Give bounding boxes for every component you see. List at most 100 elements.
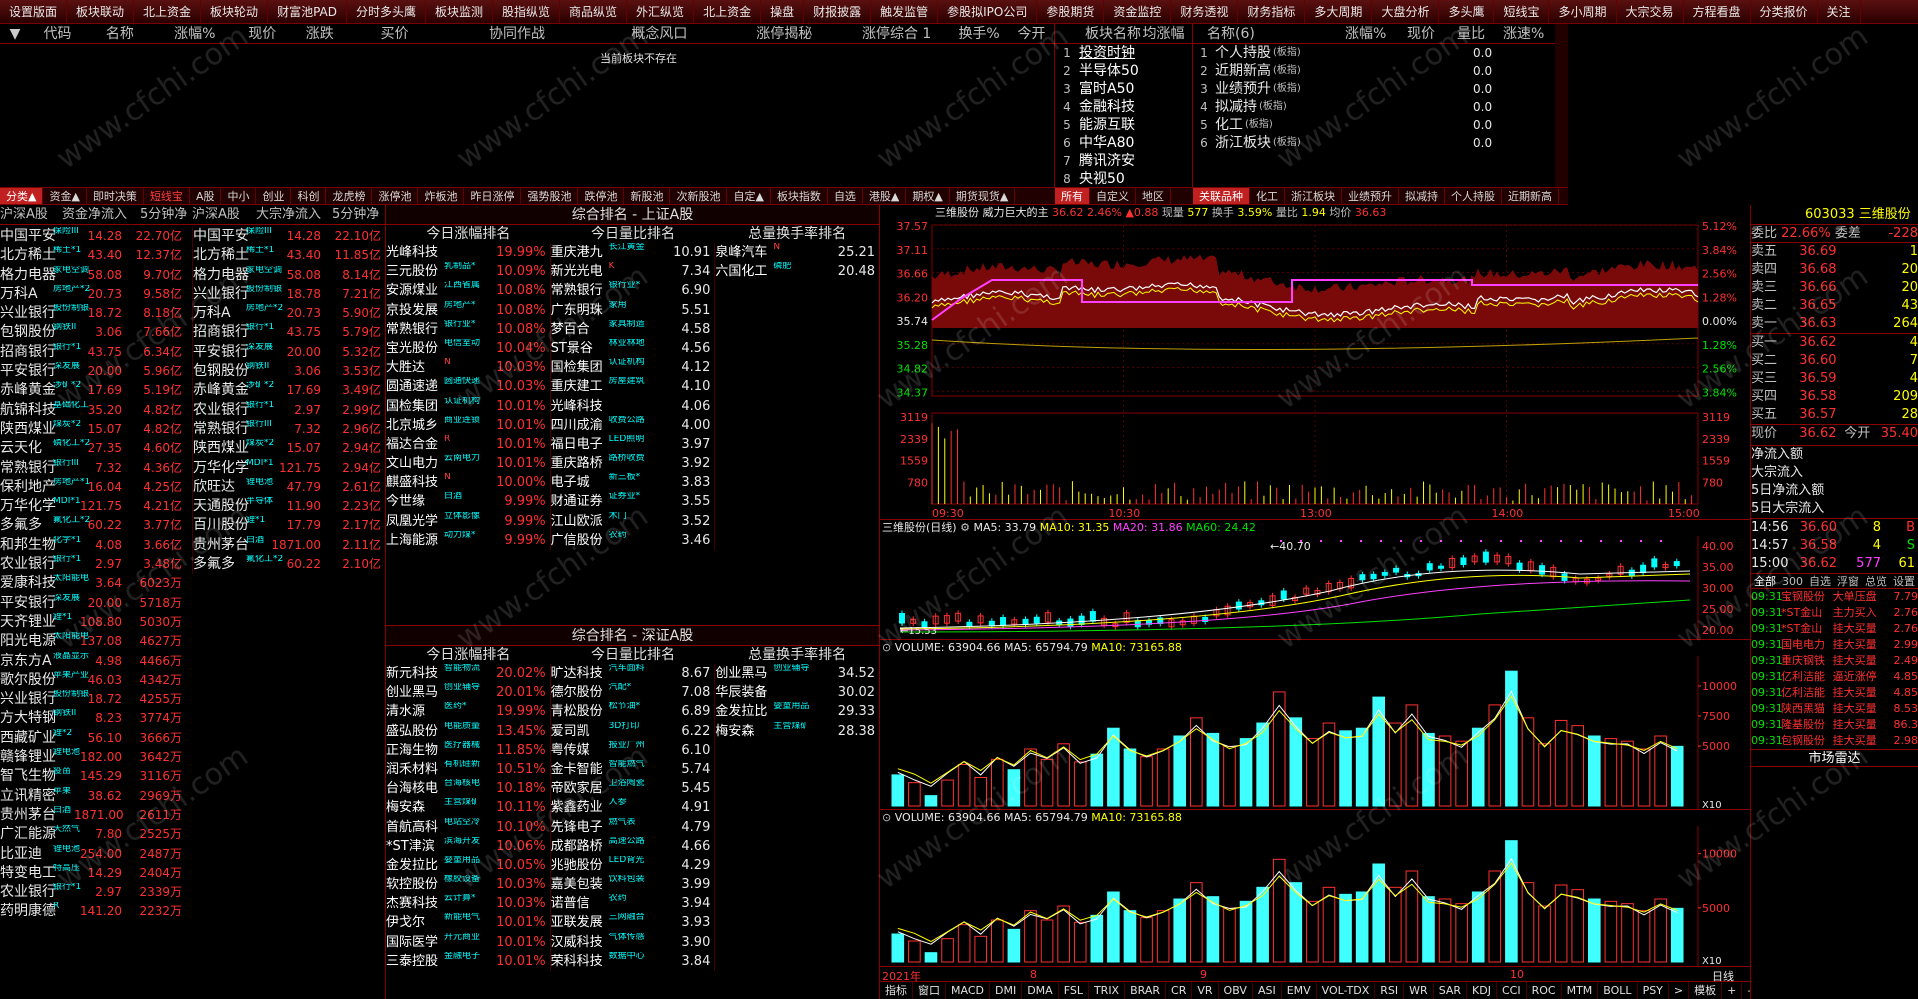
capital-row[interactable]: 智飞生物 疫苗 145.29 3116万 bbox=[0, 767, 192, 786]
indicator-tab-13[interactable]: VOL-TDX bbox=[1317, 982, 1376, 999]
rank-row[interactable]: 德尔股份 汽配* 7.08 bbox=[551, 683, 715, 702]
capital-row[interactable]: 贵州茅台 白酒 1871.00 2.11亿 bbox=[193, 536, 386, 555]
rank-col-2[interactable]: 今日量比排名 bbox=[551, 646, 716, 664]
capital-row[interactable]: 平安银行 深发展 20.00 5.32亿 bbox=[193, 343, 386, 362]
tab-tabsLeft-18[interactable]: 自选 bbox=[828, 188, 863, 204]
rank-row[interactable]: *ST津滨 滨海开发 10.06% bbox=[386, 837, 550, 856]
sell-row[interactable]: 卖五 36.69 1 bbox=[1751, 243, 1918, 261]
capital-row[interactable]: 天齐锂业 锂*1 108.80 5030万 bbox=[0, 613, 192, 632]
rank-row[interactable]: 诺普信 农药 3.94 bbox=[551, 894, 715, 913]
rank-row[interactable]: 亚联发展 三网融合 3.93 bbox=[551, 913, 715, 932]
tab-tabsLeft-4[interactable]: A股 bbox=[190, 188, 222, 204]
menu-item-16[interactable]: 资金监控 bbox=[1104, 0, 1172, 23]
indicator-tab-0[interactable]: 指标 bbox=[880, 982, 913, 999]
rank-row[interactable]: 三元股份 乳制品* 10.09% bbox=[386, 262, 550, 281]
rank-row[interactable]: 新光光电 K 7.34 bbox=[551, 262, 715, 281]
menu-item-11[interactable]: 操盘 bbox=[761, 0, 805, 23]
rank-row[interactable]: 常熟银行 银行业* 10.08% bbox=[386, 320, 550, 339]
rel-col-vol[interactable]: 量比 bbox=[1457, 24, 1503, 43]
volume-svg-2[interactable]: 10000 5000 X10 bbox=[880, 826, 1750, 966]
tab-tabsRel-3[interactable]: 业绩预升 bbox=[1342, 188, 1399, 204]
menu-item-17[interactable]: 财务透视 bbox=[1171, 0, 1239, 23]
rank-row[interactable]: 广信股份 农药 3.46 bbox=[551, 531, 715, 550]
tab-tabsLeft-21[interactable]: 期货现货▲ bbox=[950, 188, 1016, 204]
buy-row[interactable]: 买二 36.60 7 bbox=[1751, 352, 1918, 370]
indicator-tab-18[interactable]: CCI bbox=[1497, 982, 1527, 999]
capital-row[interactable]: 欣旺达 锂电池 47.79 2.61亿 bbox=[193, 478, 386, 497]
buy-row[interactable]: 买四 36.58 209 bbox=[1751, 388, 1918, 406]
tab-tabsLeft-13[interactable]: 跌停池 bbox=[578, 188, 625, 204]
rank-row[interactable]: 上海能源 动力煤* 9.99% bbox=[386, 531, 550, 550]
tab-tabsLeft-8[interactable]: 龙虎榜 bbox=[326, 188, 373, 204]
sector-col-name[interactable]: 板块名称 bbox=[1055, 24, 1142, 43]
rank-col-2[interactable]: 今日量比排名 bbox=[551, 225, 716, 243]
capital-row[interactable]: 百川股份 锂*1 17.79 2.17亿 bbox=[193, 516, 386, 535]
rank-row[interactable]: 紫鑫药业 人参 4.91 bbox=[551, 798, 715, 817]
col-c4[interactable]: 涨停综合 1 bbox=[844, 24, 949, 43]
indicator-tab-7[interactable]: BRAR bbox=[1125, 982, 1167, 999]
capital-row[interactable]: 多氟多 氟化工*2 60.22 3.77亿 bbox=[0, 516, 192, 535]
menu-item-10[interactable]: 北上资金 bbox=[694, 0, 762, 23]
capital-row[interactable]: 兴业银行 股份制银 18.78 7.21亿 bbox=[193, 285, 386, 304]
rank-row[interactable]: 华辰装备 30.02 bbox=[715, 683, 879, 702]
col-buy[interactable]: 买价 bbox=[350, 24, 440, 43]
indicator-tab-5[interactable]: FSL bbox=[1059, 982, 1089, 999]
rank-col-3[interactable]: 总量换手率排名 bbox=[715, 225, 879, 243]
tab-tabsRel-6[interactable]: 近期新高 bbox=[1502, 188, 1559, 204]
capital-row[interactable]: 中国平安 保险III 14.28 22.10亿 bbox=[193, 227, 386, 246]
capital-row[interactable]: 歌尔股份 苹果产业 46.03 4342万 bbox=[0, 671, 192, 690]
tab-tabsLeft-0[interactable]: 分类▲ bbox=[0, 188, 44, 204]
rank-row[interactable]: 文山电力 云南电力 10.01% bbox=[386, 454, 550, 473]
capital-row[interactable]: 北方稀土 稀土*1 43.40 12.37亿 bbox=[0, 246, 192, 265]
rank-row[interactable]: 荣科科技 数据中心 3.84 bbox=[551, 952, 715, 971]
quote-subtab-1[interactable]: 300 bbox=[1779, 574, 1806, 588]
rank-col-1[interactable]: 今日涨幅排名 bbox=[386, 225, 551, 243]
radar-row[interactable]: 09:31 *ST金山 挂大买量 2.76 bbox=[1751, 621, 1918, 637]
menu-item-6[interactable]: 板块监测 bbox=[426, 0, 494, 23]
related-row[interactable]: 3 业绩预升 (板指) 0.0 bbox=[1193, 80, 1555, 98]
related-row[interactable]: 5 化工 (板指) 0.0 bbox=[1193, 116, 1555, 134]
sector-row[interactable]: 3 富时A50 bbox=[1055, 80, 1192, 98]
capital-row[interactable]: 北方稀土 稀土*1 43.40 11.85亿 bbox=[193, 246, 386, 265]
rank-row[interactable]: 正海生物 医疗器械 11.85% bbox=[386, 741, 550, 760]
tab-tabsLeft-3[interactable]: 短线宝 bbox=[144, 188, 190, 204]
rank-row[interactable]: 国际医学 开元商业 10.01% bbox=[386, 933, 550, 952]
capital-row[interactable]: 陕西煤业 煤炭*2 15.07 2.94亿 bbox=[193, 439, 386, 458]
capital-row[interactable]: 比亚迪 锂电池 254.00 2487万 bbox=[0, 845, 192, 864]
rank-row[interactable]: 成都路桥 高速公路 4.66 bbox=[551, 837, 715, 856]
menu-item-1[interactable]: 板块联动 bbox=[67, 0, 135, 23]
quote-subtab-4[interactable]: 总览 bbox=[1862, 574, 1890, 588]
sell-row[interactable]: 卖四 36.68 20 bbox=[1751, 261, 1918, 279]
tab-tabsLeft-9[interactable]: 涨停池 bbox=[372, 188, 419, 204]
rank-row[interactable]: 重庆港九 长江黄金 10.91 bbox=[551, 243, 715, 262]
indicator-tab-15[interactable]: WR bbox=[1404, 982, 1434, 999]
tab-tabsLeft-10[interactable]: 炸板池 bbox=[418, 188, 465, 204]
cap-h4[interactable]: 沪深A股 bbox=[192, 205, 256, 224]
collapse-icon[interactable]: ⊙ bbox=[882, 641, 891, 654]
capital-row[interactable]: 西藏矿业 锂*2 56.10 3666万 bbox=[0, 729, 192, 748]
rank-row[interactable]: 凤凰光学 立体影像 9.99% bbox=[386, 512, 550, 531]
intraday-svg[interactable]: 37.57 37.11 36.66 36.20 35.74 35.28 34.82 34.37… bbox=[880, 221, 1750, 520]
right-scrollbar[interactable] bbox=[1555, 24, 1568, 187]
rank-row[interactable]: 伊戈尔 新能电气 10.01% bbox=[386, 913, 550, 932]
rank-row[interactable]: 粤传媒 报业广州 6.10 bbox=[551, 741, 715, 760]
menu-item-23[interactable]: 多小周期 bbox=[1549, 0, 1617, 23]
sector-row[interactable]: 2 半导体50 bbox=[1055, 62, 1192, 80]
capital-row[interactable]: 中国平安 保险III 14.28 22.70亿 bbox=[0, 227, 192, 246]
rank-row[interactable]: 京投发展 房地产* 10.08% bbox=[386, 301, 550, 320]
tab-tabsRel-2[interactable]: 浙江板块 bbox=[1285, 188, 1342, 204]
capital-row[interactable]: 农业银行 银行*1 2.97 2.99亿 bbox=[193, 401, 386, 420]
capital-row[interactable]: 招商银行 银行*1 43.75 5.79亿 bbox=[193, 323, 386, 342]
radar-row[interactable]: 09:31 *ST金山 主力买入 2.76 bbox=[1751, 605, 1918, 621]
rel-col-name[interactable]: 名称(6) bbox=[1207, 24, 1345, 43]
menu-item-25[interactable]: 方程看盘 bbox=[1684, 0, 1751, 23]
cap-h6[interactable]: 5分钟净 bbox=[332, 205, 382, 224]
indicator-tab-1[interactable]: 窗口 bbox=[913, 982, 946, 999]
rank-row[interactable]: 重庆路桥 路桥收费 3.92 bbox=[551, 454, 715, 473]
col-c2[interactable]: 概念风口 bbox=[594, 24, 724, 43]
indicator-tab-11[interactable]: ASI bbox=[1253, 982, 1282, 999]
sector-row[interactable]: 7 腾讯济安 bbox=[1055, 152, 1192, 170]
rank-row[interactable]: 三泰控股 金融电子 10.01% bbox=[386, 952, 550, 971]
indicator-tab-24[interactable]: 模板 bbox=[1689, 982, 1723, 999]
capital-row[interactable]: 格力电器 家电空调 58.08 9.70亿 bbox=[0, 266, 192, 285]
